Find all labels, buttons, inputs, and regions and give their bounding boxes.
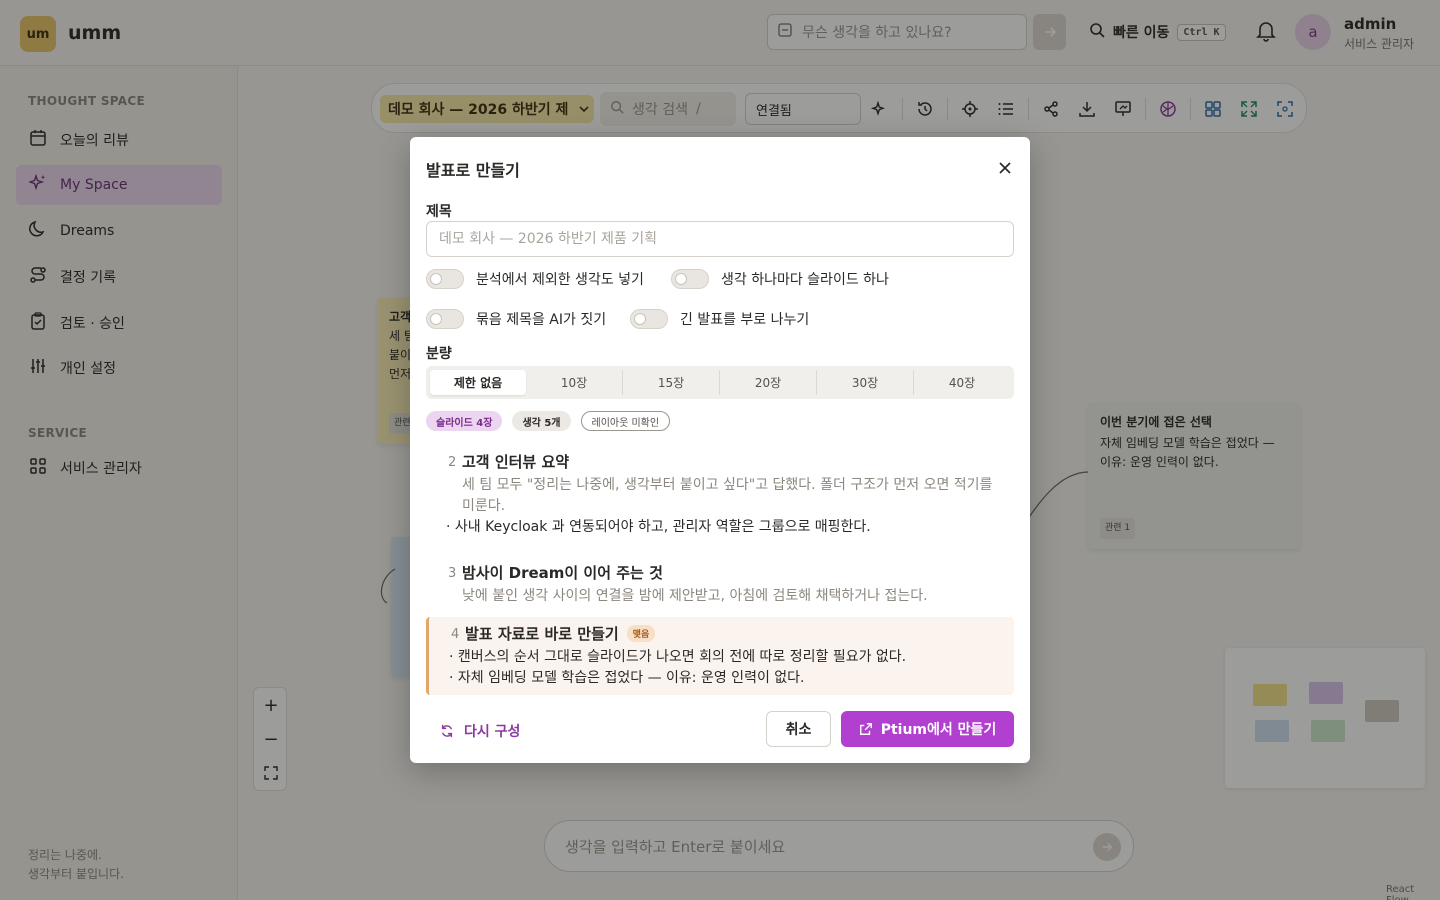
amount-option-10[interactable]: 10장 — [526, 370, 623, 395]
slide-closing-badge: 맺음 — [626, 625, 656, 642]
title-field-label: 제목 — [426, 204, 452, 220]
thought-count-badge: 생각 5개 — [512, 411, 571, 431]
regenerate-label: 다시 구성 — [464, 724, 521, 740]
amount-label: 분량 — [426, 346, 452, 362]
slide-body: 낮에 붙인 생각 사이의 연결을 밤에 제안받고, 아침에 검토해 채택하거나 … — [462, 588, 928, 604]
amount-option-40[interactable]: 40장 — [914, 370, 1010, 395]
amount-option-20[interactable]: 20장 — [720, 370, 817, 395]
regenerate-button[interactable]: 다시 구성 — [440, 721, 520, 741]
slide-count-badge: 슬라이드 4장 — [426, 411, 503, 431]
slide-item[interactable]: 3 밤사이 Dream이 이어 주는 것 낮에 붙인 생각 사이의 연결을 밤에… — [426, 558, 1014, 607]
slide-item[interactable]: 2 고객 인터뷰 요약 세 팀 모두 "정리는 나중에, 생각부터 붙이고 싶다… — [426, 447, 1014, 538]
cancel-button[interactable]: 취소 — [766, 711, 831, 747]
slide-title: 발표 자료로 바로 만들기 — [465, 625, 619, 643]
toggle-switch[interactable] — [426, 309, 464, 329]
amount-segmented-control: 제한 없음 10장 15장 20장 30장 40장 — [426, 366, 1014, 399]
close-icon[interactable] — [994, 157, 1016, 179]
toggle-label: 묶음 제목을 AI가 짓기 — [476, 312, 607, 328]
layout-status-badge: 레이아웃 미확인 — [580, 411, 671, 431]
slide-item-active[interactable]: 4 발표 자료로 바로 만들기 맺음 캔버스의 순서 그대로 슬라이드가 나오면… — [426, 617, 1014, 695]
toggle-switch[interactable] — [671, 269, 709, 289]
slide-title: 밤사이 Dream이 이어 주는 것 — [462, 564, 663, 582]
toggle-split-into-parts[interactable]: 긴 발표를 부로 나누기 — [630, 309, 809, 329]
slide-number: 3 — [448, 566, 457, 581]
slide-bullet: 사내 Keycloak 과 연동되어야 하고, 관리자 역할은 그룹으로 매핑한… — [446, 517, 1004, 538]
dialog-title: 발표로 만들기 — [426, 161, 520, 180]
toggle-switch[interactable] — [630, 309, 668, 329]
external-link-icon — [859, 722, 873, 736]
slide-outline-list[interactable]: 2 고객 인터뷰 요약 세 팀 모두 "정리는 나중에, 생각부터 붙이고 싶다… — [426, 447, 1014, 699]
refresh-icon — [440, 724, 454, 738]
slide-bullet: 자체 임베딩 모델 학습은 접었다 — 이유: 운영 인력이 없다. — [449, 668, 1004, 689]
create-in-ptium-label: Ptium에서 만들기 — [880, 722, 997, 738]
toggle-label: 생각 하나마다 슬라이드 하나 — [721, 272, 889, 288]
slide-bullet: 캔버스의 순서 그대로 슬라이드가 나오면 회의 전에 따로 정리할 필요가 없… — [449, 647, 1004, 668]
amount-option-unlimited[interactable]: 제한 없음 — [430, 370, 526, 395]
slide-title: 고객 인터뷰 요약 — [462, 453, 570, 471]
toggle-one-slide-per-thought[interactable]: 생각 하나마다 슬라이드 하나 — [671, 269, 889, 289]
make-presentation-dialog: 발표로 만들기 제목 분석에서 제외한 생각도 넣기 생각 하나마다 슬라이드 … — [410, 137, 1030, 763]
amount-option-30[interactable]: 30장 — [817, 370, 914, 395]
toggle-label: 긴 발표를 부로 나누기 — [680, 312, 810, 328]
amount-option-15[interactable]: 15장 — [623, 370, 720, 395]
slide-number: 2 — [448, 455, 457, 470]
toggle-label: 분석에서 제외한 생각도 넣기 — [476, 272, 644, 288]
slide-number: 4 — [451, 627, 460, 642]
summary-chips: 슬라이드 4장 생각 5개 레이아웃 미확인 — [426, 411, 671, 431]
title-field[interactable] — [426, 221, 1014, 257]
toggle-include-excluded[interactable]: 분석에서 제외한 생각도 넣기 — [426, 269, 644, 289]
toggle-switch[interactable] — [426, 269, 464, 289]
slide-body: 세 팀 모두 "정리는 나중에, 생각부터 붙이고 싶다"고 답했다. 폴더 구… — [462, 477, 993, 514]
slide-title-row: 발표 자료로 바로 만들기 맺음 — [465, 623, 1004, 644]
toggle-ai-group-titles[interactable]: 묶음 제목을 AI가 짓기 — [426, 309, 606, 329]
create-in-ptium-button[interactable]: Ptium에서 만들기 — [841, 711, 1014, 747]
